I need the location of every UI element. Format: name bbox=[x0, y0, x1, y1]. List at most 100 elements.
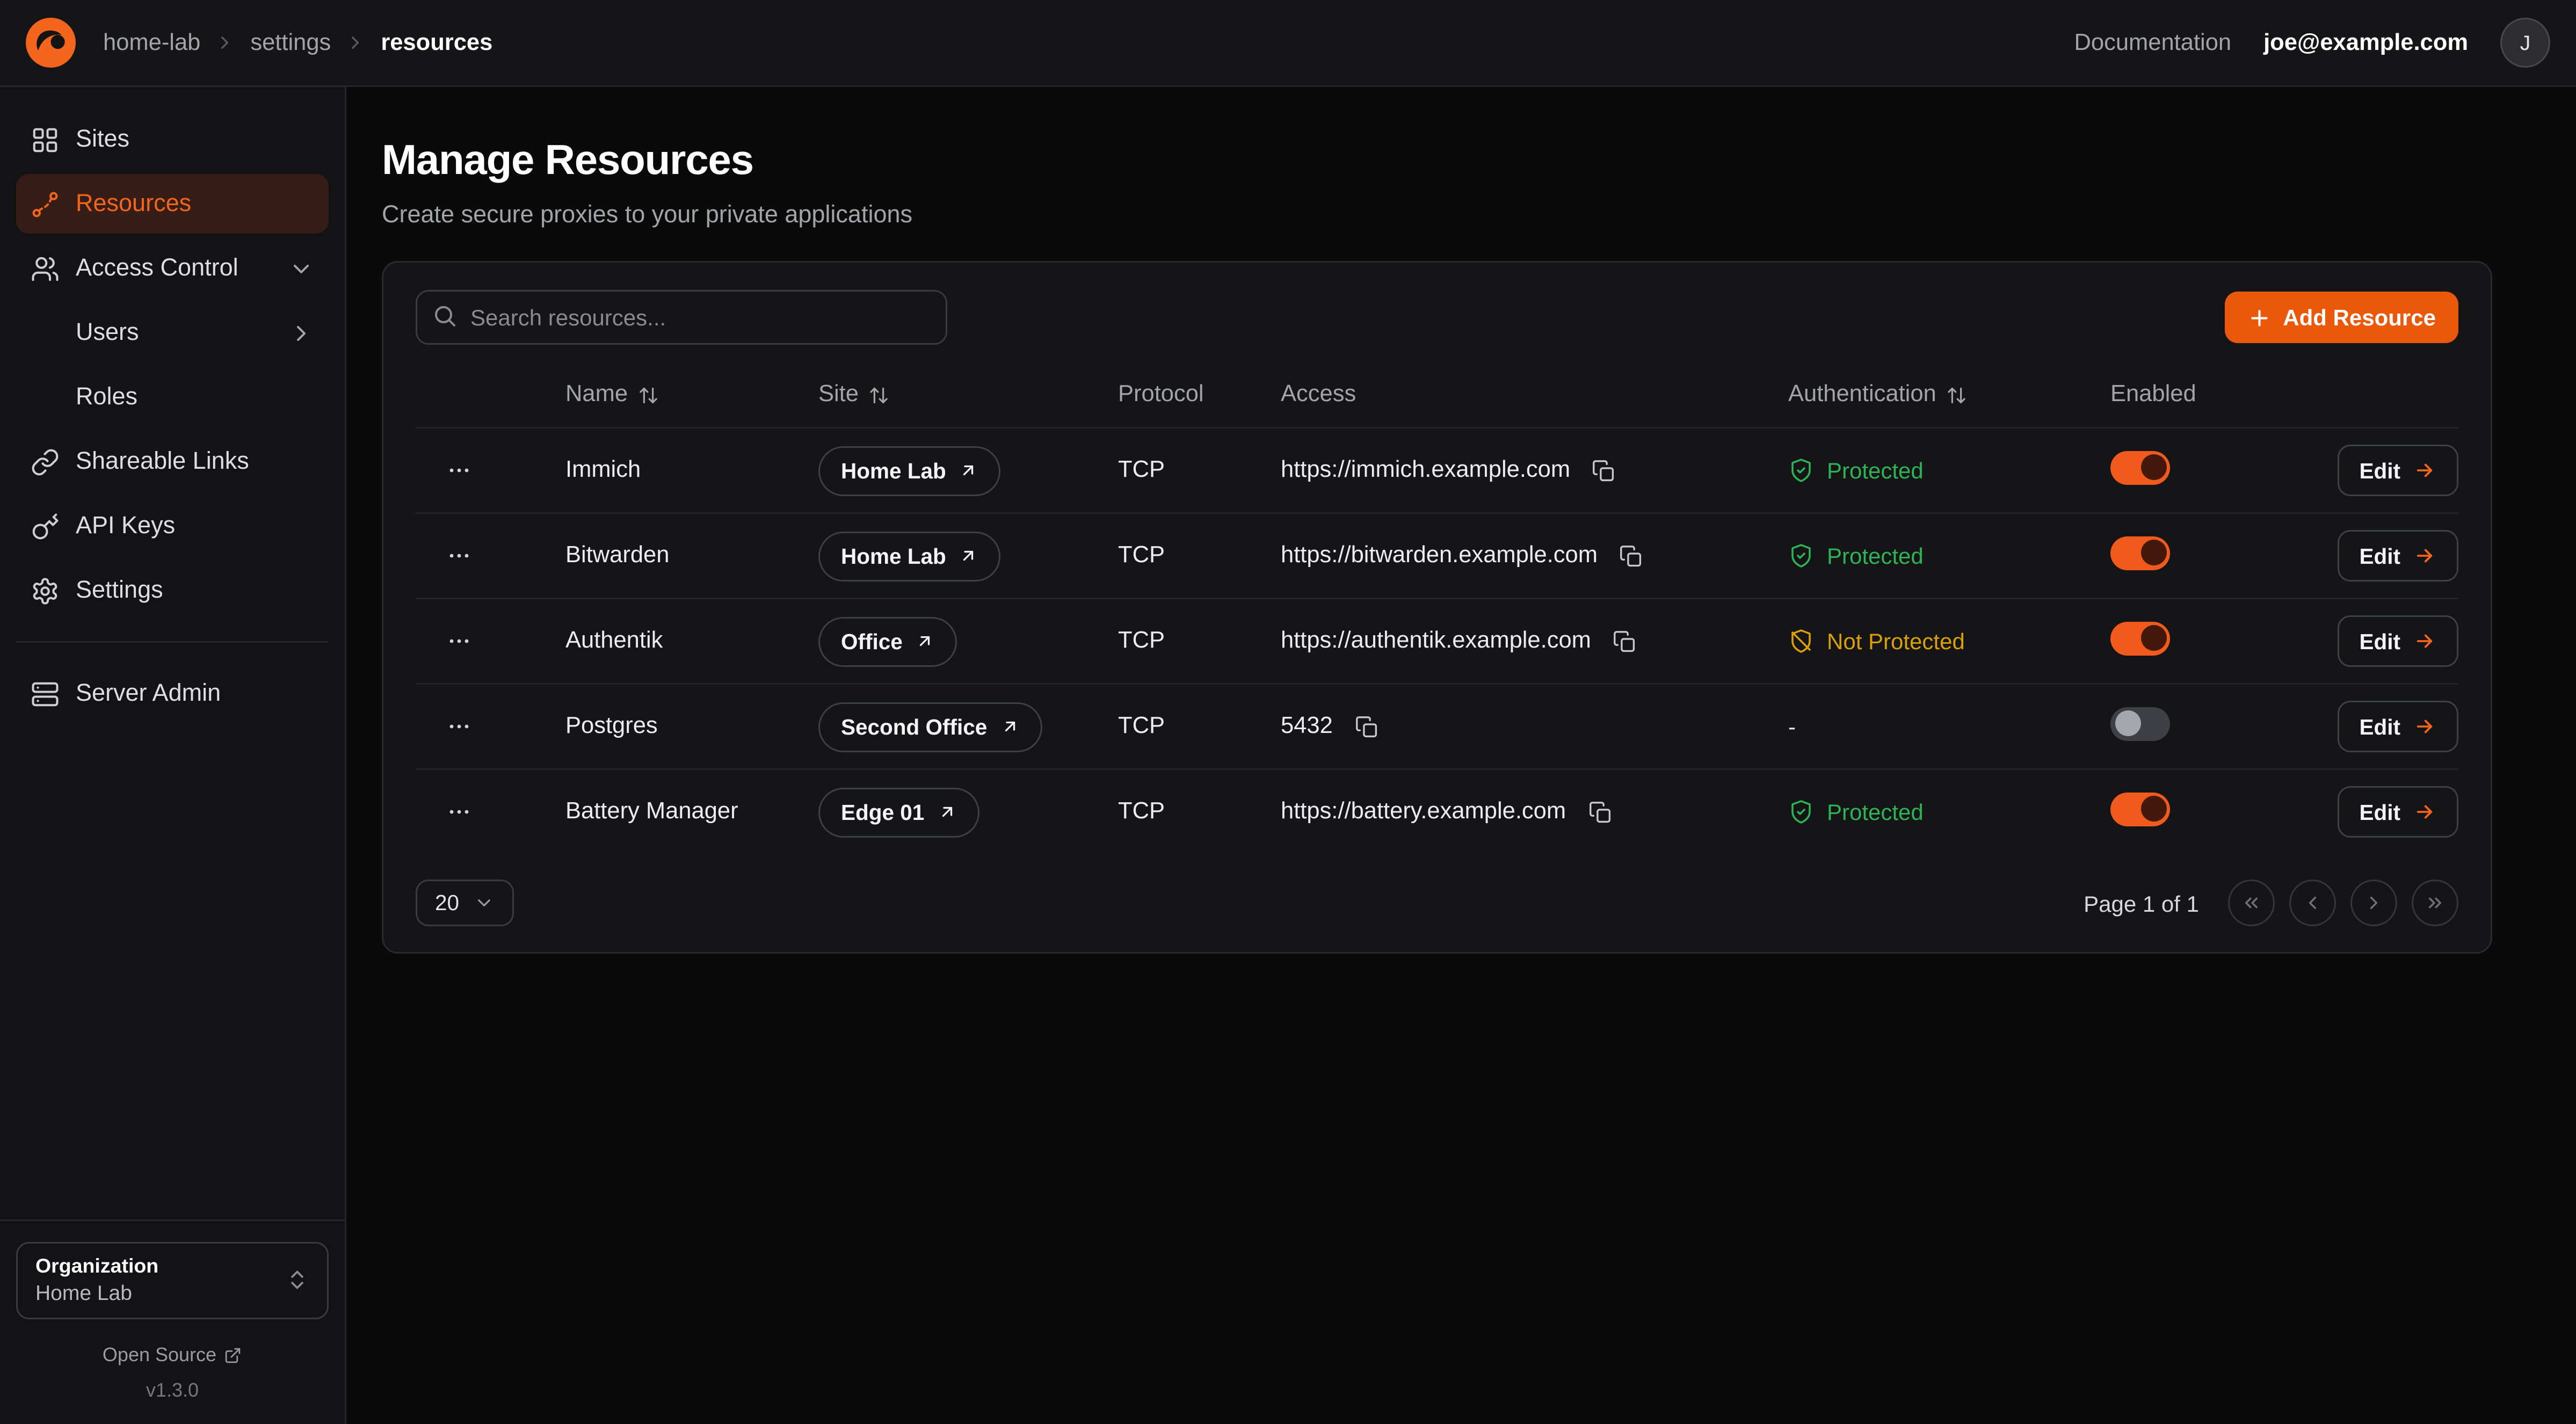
open-source-label: Open Source bbox=[103, 1343, 216, 1366]
avatar[interactable]: J bbox=[2500, 18, 2550, 68]
sidebar-item-label: Server Admin bbox=[76, 680, 221, 707]
column-label: Enabled bbox=[2110, 382, 2196, 408]
sidebar-footer: Organization Home Lab Open Source v1.3.0 bbox=[0, 1219, 345, 1424]
row-menu-button[interactable] bbox=[440, 451, 478, 490]
sidebar-item-label: Shareable Links bbox=[76, 448, 249, 475]
previous-page-button[interactable] bbox=[2289, 880, 2336, 926]
chevrons-up-down-icon bbox=[285, 1268, 309, 1292]
table-row: Battery Manager Edge 01 TCP https://batt… bbox=[416, 768, 2458, 854]
protocol: TCP bbox=[1118, 457, 1281, 483]
app-logo-icon[interactable] bbox=[26, 18, 76, 68]
auth-status: - bbox=[1788, 714, 2110, 739]
resource-name: Authentik bbox=[565, 628, 818, 654]
site-link[interactable]: Edge 01 bbox=[818, 787, 979, 837]
org-value: Home Lab bbox=[35, 1280, 158, 1308]
page-title: Manage Resources bbox=[382, 135, 2492, 185]
row-menu-button[interactable] bbox=[440, 793, 478, 831]
add-resource-button[interactable]: Add Resource bbox=[2225, 292, 2458, 343]
table-row: Postgres Second Office TCP 5432 - Edit bbox=[416, 683, 2458, 768]
arrow-up-right-icon bbox=[959, 461, 978, 480]
auth-status: Protected bbox=[1788, 457, 2110, 483]
org-selector[interactable]: Organization Home Lab bbox=[16, 1241, 329, 1319]
site-name: Office bbox=[841, 629, 903, 653]
breadcrumb-home-lab[interactable]: home-lab bbox=[103, 30, 200, 56]
page-info: Page 1 of 1 bbox=[2084, 890, 2199, 916]
sort-icon[interactable] bbox=[1946, 384, 1967, 405]
enabled-toggle[interactable] bbox=[2110, 707, 2170, 740]
waypoints-icon bbox=[31, 190, 60, 219]
edit-button[interactable]: Edit bbox=[2337, 701, 2459, 752]
sort-icon[interactable] bbox=[868, 384, 889, 405]
page-subtitle: Create secure proxies to your private ap… bbox=[382, 201, 2492, 229]
site-name: Home Lab bbox=[841, 544, 946, 568]
sidebar-item-users[interactable]: Users bbox=[16, 303, 329, 362]
edit-button[interactable]: Edit bbox=[2337, 530, 2459, 582]
resource-name: Immich bbox=[565, 457, 818, 483]
grid-icon bbox=[31, 125, 60, 154]
sidebar-item-server-admin[interactable]: Server Admin bbox=[16, 664, 329, 723]
sidebar-item-settings[interactable]: Settings bbox=[16, 561, 329, 620]
table-row: Immich Home Lab TCP https://immich.examp… bbox=[416, 427, 2458, 512]
site-name: Second Office bbox=[841, 715, 987, 739]
breadcrumb-resources[interactable]: resources bbox=[381, 30, 492, 56]
edit-button[interactable]: Edit bbox=[2337, 786, 2459, 838]
enabled-toggle[interactable] bbox=[2110, 792, 2170, 826]
sidebar-divider bbox=[16, 641, 329, 643]
auth-status: Protected bbox=[1788, 543, 2110, 569]
sidebar-item-access-control[interactable]: Access Control bbox=[16, 238, 329, 298]
sidebar-item-resources[interactable]: Resources bbox=[16, 174, 329, 234]
enabled-toggle[interactable] bbox=[2110, 536, 2170, 570]
main-content: Manage Resources Create secure proxies t… bbox=[346, 87, 2576, 1424]
user-email: joe@example.com bbox=[2263, 30, 2468, 56]
copy-icon[interactable] bbox=[1609, 625, 1641, 657]
row-menu-button[interactable] bbox=[440, 536, 478, 575]
table-footer: 20 Page 1 of 1 bbox=[416, 880, 2458, 926]
breadcrumb-settings[interactable]: settings bbox=[250, 30, 331, 56]
column-label: Site bbox=[818, 382, 859, 408]
enabled-toggle[interactable] bbox=[2110, 621, 2170, 655]
copy-icon[interactable] bbox=[1584, 796, 1616, 828]
search-box bbox=[416, 290, 947, 345]
auth-status: Protected bbox=[1788, 799, 2110, 825]
copy-icon[interactable] bbox=[1351, 710, 1383, 743]
app-window: home-lab settings resources Documentatio… bbox=[0, 0, 2576, 1424]
shield-check-icon bbox=[1788, 799, 1814, 825]
edit-button[interactable]: Edit bbox=[2337, 615, 2459, 667]
sidebar-item-shareable-links[interactable]: Shareable Links bbox=[16, 432, 329, 491]
site-link[interactable]: Home Lab bbox=[818, 446, 1001, 496]
row-menu-button[interactable] bbox=[440, 707, 478, 746]
column-header-site: Site bbox=[818, 382, 1118, 408]
enabled-toggle[interactable] bbox=[2110, 451, 2170, 484]
sidebar-item-label: Roles bbox=[76, 383, 137, 411]
resources-card: Add Resource Name Site Protocol bbox=[382, 261, 2492, 954]
sidebar-item-label: Sites bbox=[76, 126, 129, 153]
sidebar-item-sites[interactable]: Sites bbox=[16, 110, 329, 169]
page-size-select[interactable]: 20 bbox=[416, 880, 514, 926]
arrow-right-icon bbox=[2413, 801, 2436, 823]
resource-name: Postgres bbox=[565, 714, 818, 739]
site-link[interactable]: Office bbox=[818, 616, 957, 666]
first-page-button[interactable] bbox=[2228, 880, 2275, 926]
chevron-right-icon bbox=[215, 32, 236, 53]
row-menu-button[interactable] bbox=[440, 622, 478, 660]
sort-icon[interactable] bbox=[637, 384, 658, 405]
edit-button[interactable]: Edit bbox=[2337, 445, 2459, 496]
access-url: https://battery.example.com bbox=[1281, 799, 1566, 825]
sidebar-item-roles[interactable]: Roles bbox=[16, 367, 329, 427]
site-link[interactable]: Second Office bbox=[818, 702, 1042, 752]
documentation-link[interactable]: Documentation bbox=[2074, 30, 2232, 56]
next-page-button[interactable] bbox=[2350, 880, 2397, 926]
plus-icon bbox=[2247, 306, 2272, 330]
last-page-button[interactable] bbox=[2412, 880, 2458, 926]
site-link[interactable]: Home Lab bbox=[818, 531, 1001, 581]
open-source-link[interactable]: Open Source bbox=[16, 1343, 329, 1366]
access-url: https://immich.example.com bbox=[1281, 457, 1570, 483]
sidebar-item-api-keys[interactable]: API Keys bbox=[16, 496, 329, 556]
copy-icon[interactable] bbox=[1615, 540, 1648, 572]
search-input[interactable] bbox=[416, 290, 947, 345]
add-resource-label: Add Resource bbox=[2283, 304, 2436, 330]
copy-icon[interactable] bbox=[1588, 454, 1620, 486]
server-icon bbox=[31, 679, 60, 708]
auth-label: Not Protected bbox=[1827, 628, 1965, 654]
org-label: Organization bbox=[35, 1253, 158, 1280]
